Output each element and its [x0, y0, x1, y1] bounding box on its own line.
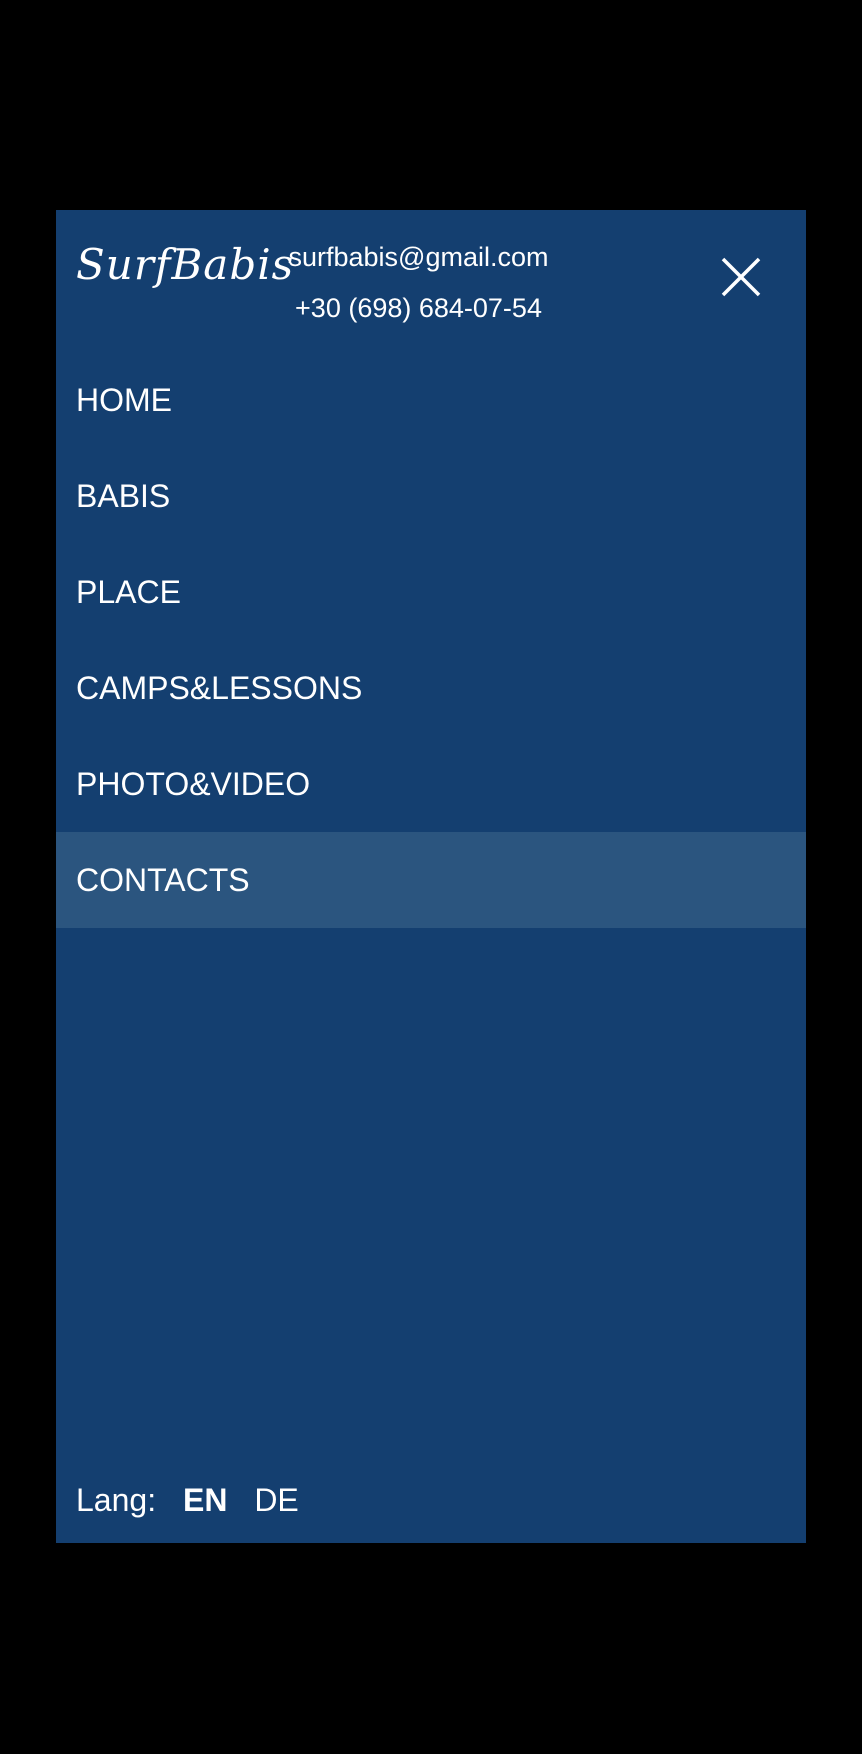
main-nav: HOME BABIS PLACE CAMPS&LESSONS PHOTO&VID… — [56, 352, 806, 928]
email-link[interactable]: surfbabis@gmail.com — [256, 232, 581, 283]
phone-link[interactable]: +30 (698) 684-07-54 — [256, 283, 581, 334]
lang-option-de[interactable]: DE — [254, 1482, 298, 1518]
language-switcher: Lang: EN DE — [76, 1480, 317, 1520]
lang-option-en[interactable]: EN — [183, 1482, 227, 1518]
nav-item-photo-video[interactable]: PHOTO&VIDEO — [56, 736, 806, 832]
close-menu-button[interactable] — [718, 254, 764, 300]
nav-item-camps-lessons[interactable]: CAMPS&LESSONS — [56, 640, 806, 736]
lang-label: Lang: — [76, 1482, 157, 1518]
nav-item-contacts[interactable]: CONTACTS — [56, 832, 806, 928]
contact-info: surfbabis@gmail.com +30 (698) 684-07-54 — [256, 232, 581, 334]
nav-item-home[interactable]: HOME — [56, 352, 806, 448]
close-icon — [721, 257, 761, 297]
nav-item-babis[interactable]: BABIS — [56, 448, 806, 544]
nav-item-place[interactable]: PLACE — [56, 544, 806, 640]
mobile-menu-panel: SurfBabis surfbabis@gmail.com +30 (698) … — [56, 210, 806, 1543]
